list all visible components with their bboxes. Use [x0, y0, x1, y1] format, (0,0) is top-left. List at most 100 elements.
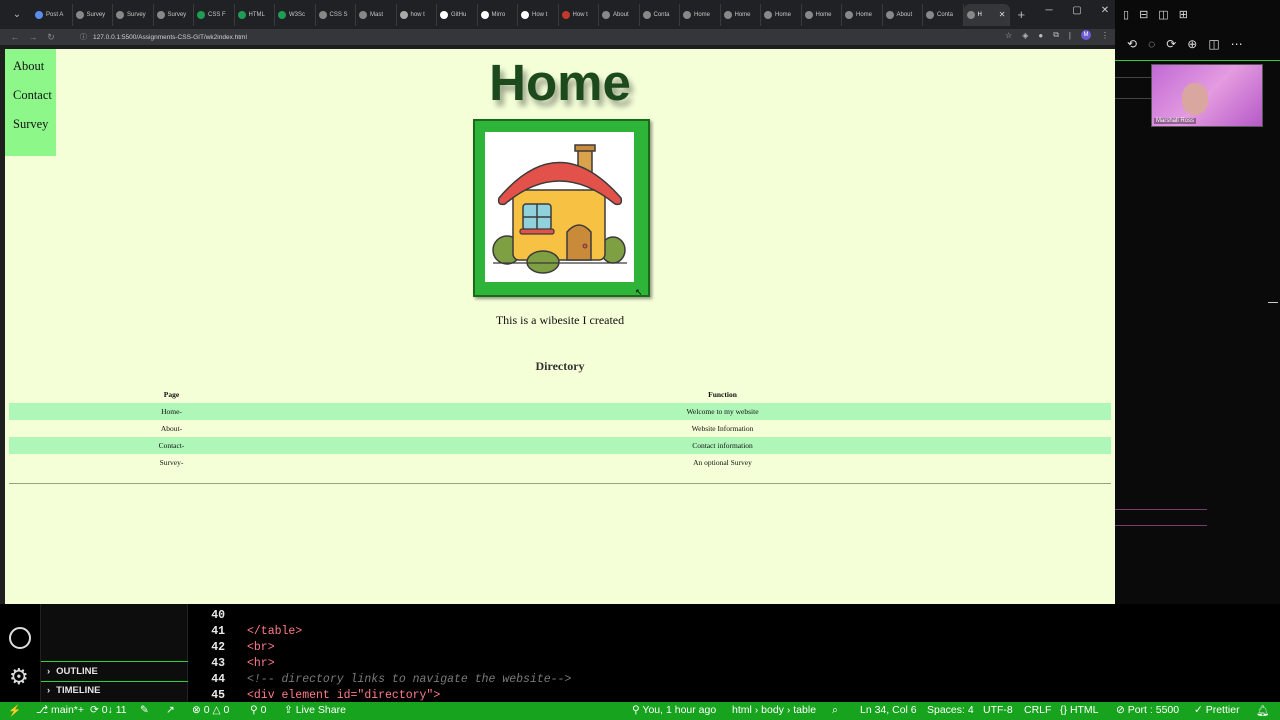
tab-search-button[interactable]: ⌄	[6, 4, 28, 26]
browser-tab[interactable]: CSS S	[316, 3, 356, 26]
browser-tab[interactable]: Survey	[73, 3, 113, 26]
close-window-button[interactable]: ✕	[1099, 5, 1111, 16]
tab-label: how t	[410, 11, 425, 18]
browser-tab[interactable]: CSS F	[194, 3, 235, 26]
layout-controls: ▯ ⊟ ◫ ⊞	[1123, 8, 1188, 21]
cursor-position[interactable]: Ln 34, Col 6	[860, 704, 917, 716]
go-back-icon[interactable]: ⟲	[1127, 37, 1137, 51]
language-label: HTML	[1069, 704, 1099, 716]
browser-tab[interactable]: how t	[397, 3, 437, 26]
line-ending[interactable]: CRLF	[1024, 704, 1051, 716]
go-forward-icon[interactable]: ⟳	[1166, 37, 1176, 51]
code-text: <!-- directory links to navigate the web…	[247, 673, 572, 686]
live-server-port[interactable]: ⊘ Port : 5500	[1116, 704, 1179, 716]
forward-icon[interactable]: →	[24, 32, 42, 42]
indentation[interactable]: Spaces: 4	[927, 704, 974, 716]
zoom-icon[interactable]: ⌕	[832, 704, 838, 717]
remote-icon[interactable]: ⚡	[8, 704, 21, 717]
activity-bar: ⚙	[0, 604, 41, 702]
browser-tab[interactable]: Mast	[356, 3, 397, 26]
browser-tab[interactable]: HTML	[235, 3, 275, 26]
tab-favicon-icon	[561, 10, 570, 19]
split-editor-icon[interactable]: ◫	[1208, 37, 1219, 51]
toggle-sidebar-icon[interactable]: ▯	[1123, 8, 1129, 21]
extensions-puzzle-icon[interactable]: ⧉	[1053, 30, 1059, 40]
browser-tab[interactable]: How t	[518, 3, 559, 26]
browser-tab[interactable]: Home	[721, 3, 761, 26]
outline-section[interactable]: › OUTLINE	[47, 666, 98, 677]
tab-favicon-icon	[642, 10, 651, 19]
settings-gear-icon[interactable]: ⚙	[9, 666, 29, 688]
line-number: 43	[211, 657, 225, 670]
browser-tab[interactable]: Post A	[32, 3, 73, 26]
launch-icon[interactable]: ↗	[166, 704, 175, 716]
chevron-right-icon: ›	[47, 685, 51, 696]
extension-icon[interactable]: ●	[1038, 31, 1043, 40]
code-text: <hr>	[247, 657, 275, 670]
browser-tab[interactable]: GitHu	[437, 3, 478, 26]
account-icon[interactable]	[9, 627, 31, 649]
vscode-editor-area: ⚙ › OUTLINE › TIMELINE 40 41 </table> 42…	[0, 604, 1280, 702]
encoding[interactable]: UTF-8	[983, 704, 1013, 716]
browser-tab[interactable]: Survey	[154, 3, 194, 26]
extension-icon[interactable]: ◈	[1022, 31, 1028, 40]
profile-avatar[interactable]: M	[1081, 30, 1091, 40]
tab-favicon-icon	[845, 10, 853, 19]
address-bar[interactable]: ⓘ 127.0.0.1:5500/Assignments-CSS-GIT/wk2…	[80, 30, 980, 44]
git-graph-icon[interactable]: ✎	[140, 704, 149, 716]
tab-label: Survey	[86, 11, 106, 18]
minimize-button[interactable]: ─	[1043, 5, 1055, 16]
browser-tab[interactable]: Mirro	[478, 3, 518, 26]
git-blame-indicator[interactable]: ⚲ You, 1 hour ago	[632, 704, 716, 716]
tab-label: How t	[532, 11, 548, 18]
close-tab-icon[interactable]: ✕	[999, 10, 1006, 19]
more-menu-icon[interactable]: ⋮	[1101, 31, 1109, 40]
table-cell-function: Website Information	[691, 424, 754, 433]
browser-tab[interactable]: W3Sc	[275, 3, 316, 26]
browser-tab[interactable]: Home	[802, 3, 842, 26]
toggle-secondary-sidebar-icon[interactable]: ◫	[1158, 8, 1168, 21]
tab-label: Home	[815, 11, 832, 18]
browser-tab[interactable]: Conta	[640, 3, 680, 26]
browser-tab[interactable]: Conta	[923, 3, 964, 26]
prettier-status[interactable]: ✓ Prettier	[1194, 704, 1240, 716]
tab-label: About	[613, 11, 629, 18]
live-share-button[interactable]: ⇪ Live Share	[284, 704, 346, 716]
tab-label: Post A	[46, 11, 64, 18]
horizontal-rule	[9, 483, 1111, 484]
back-icon[interactable]: ←	[6, 32, 24, 42]
more-actions-icon[interactable]: ⋯	[1231, 37, 1243, 51]
ports-indicator[interactable]: ⚲ 0	[250, 704, 266, 716]
new-tab-button[interactable]: +	[1018, 7, 1026, 22]
problems-indicator[interactable]: ⊗ 0 △ 0	[192, 704, 229, 716]
browser-tab[interactable]: About	[883, 3, 923, 26]
table-row: About- Website Information	[9, 420, 1111, 437]
url-text: 127.0.0.1:5500/Assignments-CSS-GIT/wk2in…	[93, 33, 247, 41]
maximize-button[interactable]: ▢	[1071, 5, 1083, 16]
browser-tab[interactable]: Survey	[113, 3, 154, 26]
section-divider	[41, 661, 188, 662]
browser-tab[interactable]: Home	[680, 3, 721, 26]
browser-tab[interactable]: How t	[559, 3, 599, 26]
bookmark-star-icon[interactable]: ☆	[1005, 31, 1012, 40]
breadcrumb[interactable]: html › body › table	[732, 704, 816, 716]
customize-layout-icon[interactable]: ⊞	[1179, 8, 1188, 21]
branch-indicator[interactable]: ⎇ main*+	[36, 704, 84, 716]
timeline-section[interactable]: › TIMELINE	[47, 685, 101, 696]
reload-icon[interactable]: ↻	[42, 32, 60, 43]
browser-tab[interactable]: About	[599, 3, 640, 26]
site-info-icon[interactable]: ⓘ	[80, 32, 87, 42]
timeline-icon[interactable]: ◌	[1148, 37, 1155, 51]
tab-active[interactable]: H ✕	[963, 3, 1010, 26]
code-editor[interactable]: 40 41 </table> 42 <br> 43 <hr> 44 <!-- d…	[188, 604, 1280, 702]
open-changes-icon[interactable]: ⊕	[1187, 37, 1197, 51]
toolbar-actions: ☆ ◈ ● ⧉ | M ⋮	[1005, 30, 1109, 40]
browser-tab[interactable]: Home	[842, 3, 883, 26]
browser-tab[interactable]: Home	[761, 3, 802, 26]
tab-list: Post A Survey Survey Survey CSS F HTML W3Sc CSS…	[32, 0, 1010, 29]
language-mode[interactable]: {} HTML	[1060, 704, 1099, 716]
notifications-bell-icon[interactable]: 🔔︎	[1256, 704, 1269, 717]
toggle-panel-icon[interactable]: ⊟	[1139, 8, 1148, 21]
sync-indicator[interactable]: ⟳ 0↓ 11	[90, 704, 127, 716]
panel-divider	[1115, 98, 1151, 99]
